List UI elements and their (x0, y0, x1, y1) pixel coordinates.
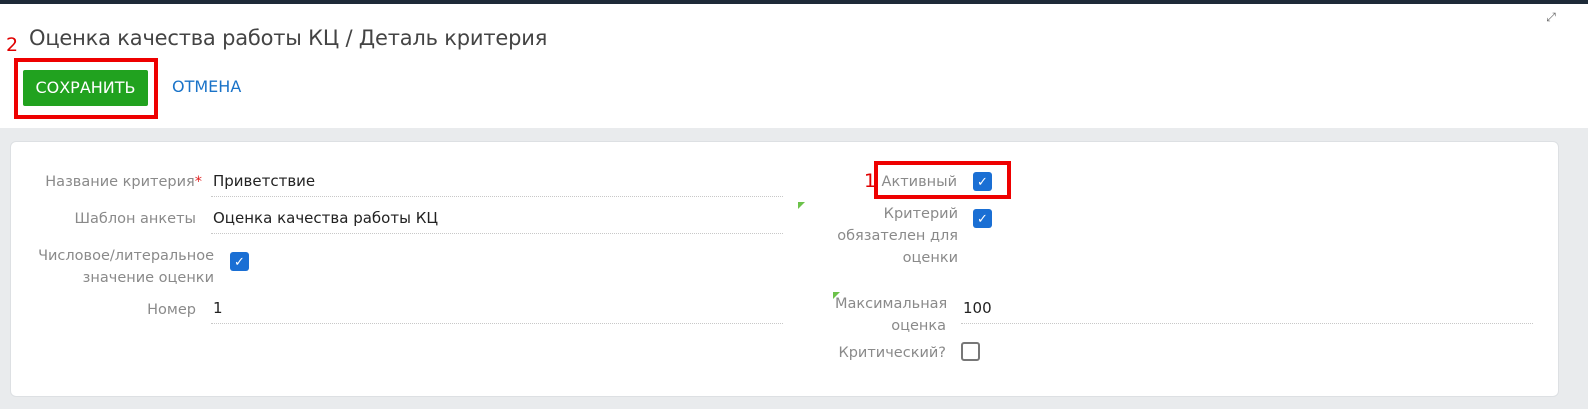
critical-label: Критический? (838, 345, 946, 361)
survey-template-label: Шаблон анкеты (74, 211, 196, 227)
max-score-field[interactable]: 100 (963, 298, 992, 318)
number-field[interactable]: 1 (213, 298, 223, 318)
mandatory-label: Критерий обязателен для оценки (837, 206, 958, 266)
active-label: Активный (881, 174, 957, 190)
cancel-button[interactable]: ОТМЕНА (172, 77, 241, 96)
number-underline (211, 323, 783, 324)
criterion-name-underline (211, 196, 783, 197)
survey-template-underline (211, 233, 783, 234)
active-checkbox[interactable]: ✓ (973, 172, 992, 191)
criterion-name-field[interactable]: Приветствие (213, 171, 315, 191)
max-score-label: Максимальная оценка (835, 296, 948, 334)
number-label: Номер (147, 302, 196, 318)
mandatory-checkbox[interactable]: ✓ (973, 209, 992, 228)
expand-icon[interactable]: ⤢ (1544, 10, 1558, 24)
survey-template-field[interactable]: Оценка качества работы КЦ (213, 208, 438, 228)
critical-checkbox[interactable] (961, 342, 980, 361)
numeric-literal-checkbox[interactable]: ✓ (230, 252, 249, 271)
page-title: Оценка качества работы КЦ / Деталь крите… (29, 26, 548, 50)
required-mark: * (194, 174, 202, 190)
criterion-name-label: Название критерия* (45, 174, 202, 190)
annotation-marker-2: 2 (6, 34, 19, 56)
window-top-strip (0, 0, 1588, 4)
max-score-underline (961, 323, 1533, 324)
save-button[interactable]: СОХРАНИТЬ (23, 70, 148, 106)
numeric-literal-label: Числовое/литеральное значение оценки (38, 248, 214, 286)
